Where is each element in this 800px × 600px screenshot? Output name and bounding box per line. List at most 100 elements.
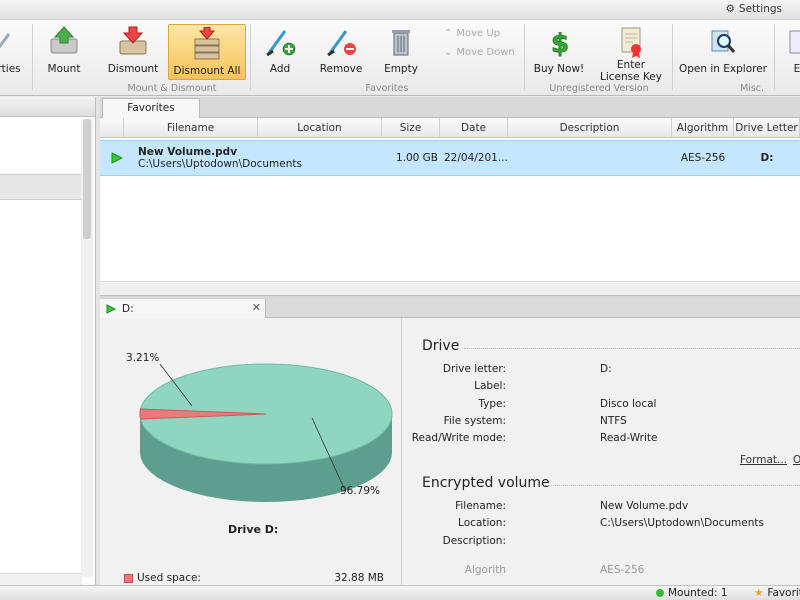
status-bar: Mounted: 1 ★ Favorit [0,585,800,600]
free-percent-label: 96.79% [340,485,381,497]
tab-drive-d[interactable]: D: ✕ [100,299,266,318]
dismount-button[interactable]: Dismount [99,23,167,89]
enter-license-button[interactable]: Enter License Key [596,23,666,89]
move-up-button[interactable]: ⌃ Move Up [444,28,500,39]
star-icon: ★ [754,587,764,599]
ribbon-separator [524,24,525,90]
dismount-all-button[interactable]: Dismount All [168,24,246,80]
remove-button[interactable]: Remove [312,23,370,89]
ribbon-separator [774,24,775,90]
rw-mode-value: Read-Write [600,432,658,444]
settings-button[interactable]: ⚙ Settings [726,3,783,15]
arrow-up-icon: ⌃ [444,28,453,39]
section-divider [464,348,800,349]
file-system-key: File system: [443,415,506,427]
row-file-cell: New Volume.pdv C:\Users\Uptodown\Documen… [138,141,338,175]
legend-used-label: Used space: [137,572,201,584]
dollar-icon: $ [542,25,576,59]
vol-filename-value: New Volume.pdv [600,500,689,512]
row-date: 22/04/201... [444,152,508,164]
column-header-algorithm[interactable]: Algorithm [672,118,734,138]
left-horizontal-scrollbar[interactable] [0,573,82,585]
status-favorites-label: Favorit [767,587,800,599]
row-description [508,141,672,175]
vol-filename-key: Filename: [455,500,506,512]
row-algorithm: AES-256 [680,152,726,164]
vol-algorithm-value: AES-256 [600,564,645,576]
extra-button[interactable]: E [782,23,800,89]
table-horizontal-scrollbar[interactable] [100,281,800,295]
arrow-down-icon: ⌄ [444,47,453,58]
drive-letter-key: Drive letter: [442,363,506,375]
ribbon-separator [250,24,251,90]
legend-used: Used space: 32.88 MB [124,572,384,584]
vol-location-value: C:\Users\Uptodown\Documents [600,517,764,529]
row-size: 1.00 GB [395,152,438,164]
group-label-unregistered: Unregistered Version [549,83,649,94]
table-header: Filename Location Size Date modifi... De… [100,118,800,154]
status-favorites: ★ Favorit [754,587,800,599]
svg-text:$: $ [551,29,569,59]
column-header-date[interactable]: Date modifi... [440,118,508,154]
add-label: Add [269,63,291,75]
group-label-mount-dismount: Mount & Dismount [127,83,217,94]
status-mounted: Mounted: 1 [656,587,728,599]
column-header-drive-letter[interactable]: Drive Letter [734,118,800,138]
volumes-table: Filename Location Size Date modifi... De… [100,118,800,296]
left-vertical-scrollbar[interactable] [81,119,93,577]
certificate-icon [614,25,648,59]
document-icon [780,25,800,59]
buy-now-button[interactable]: $ Buy Now! [530,23,588,89]
favorites-button-label: rties [0,63,21,75]
remove-icon [324,25,358,59]
ribbon-separator [32,24,33,90]
column-header-description[interactable]: Description [508,118,672,138]
table-row[interactable]: New Volume.pdv C:\Users\Uptodown\Documen… [100,140,800,176]
left-panel [0,97,96,585]
favorites-button[interactable]: rties [0,23,24,89]
column-header-filename[interactable]: Filename [124,118,258,138]
column-header-status[interactable] [100,118,124,138]
format-link[interactable]: Format... [740,454,787,466]
left-panel-header [0,97,95,117]
magnifier-icon [706,25,740,59]
gear-icon: ⚙ [725,3,735,15]
favorites-icon [0,25,26,59]
row-filename: New Volume.pdv [138,146,238,158]
type-key: Type: [478,398,506,410]
left-panel-bar [0,174,82,200]
open-in-explorer-button[interactable]: Open in Explorer [678,23,768,89]
ribbon-toolbar: rties Mount Dismount Dismount All Mount … [0,20,800,96]
mount-label: Mount [47,63,81,75]
vol-location-key: Location: [458,517,506,529]
tab-bar: Favorites [100,97,800,118]
title-bar: ⚙ Settings [0,0,800,20]
trash-icon [384,25,418,59]
o-link[interactable]: O [793,454,800,466]
add-icon [263,25,297,59]
open-in-explorer-label: Open in Explorer [678,63,767,75]
column-header-location[interactable]: Location [258,118,382,138]
column-header-size[interactable]: Size [382,118,440,138]
empty-label: Empty [384,63,418,75]
move-down-button[interactable]: ⌄ Move Down [444,47,515,58]
enter-license-label-2: License Key [600,71,662,83]
drive-details-panel: 3.21% 96.79% Drive D: Used space: 32.88 … [100,318,800,585]
scroll-thumb[interactable] [83,119,91,239]
row-path: C:\Users\Uptodown\Documents [138,158,302,170]
row-drive-letter: D: [760,152,774,164]
close-icon[interactable]: ✕ [252,301,261,314]
remove-label: Remove [319,63,363,75]
enter-license-label-1: Enter [616,59,646,71]
move-up-label: Move Up [456,28,501,39]
mount-button[interactable]: Mount [36,23,92,89]
tab-favorites[interactable]: Favorites [102,98,200,118]
move-down-label: Move Down [456,47,515,58]
empty-button[interactable]: Empty [376,23,426,89]
drive-tab-bar: D: ✕ [100,299,800,318]
pie-title: Drive D: [228,523,279,536]
add-button[interactable]: Add [254,23,306,89]
green-dot-icon [656,589,664,597]
volume-section-title: Encrypted volume [422,475,550,491]
drive-letter-value: D: [600,363,612,375]
